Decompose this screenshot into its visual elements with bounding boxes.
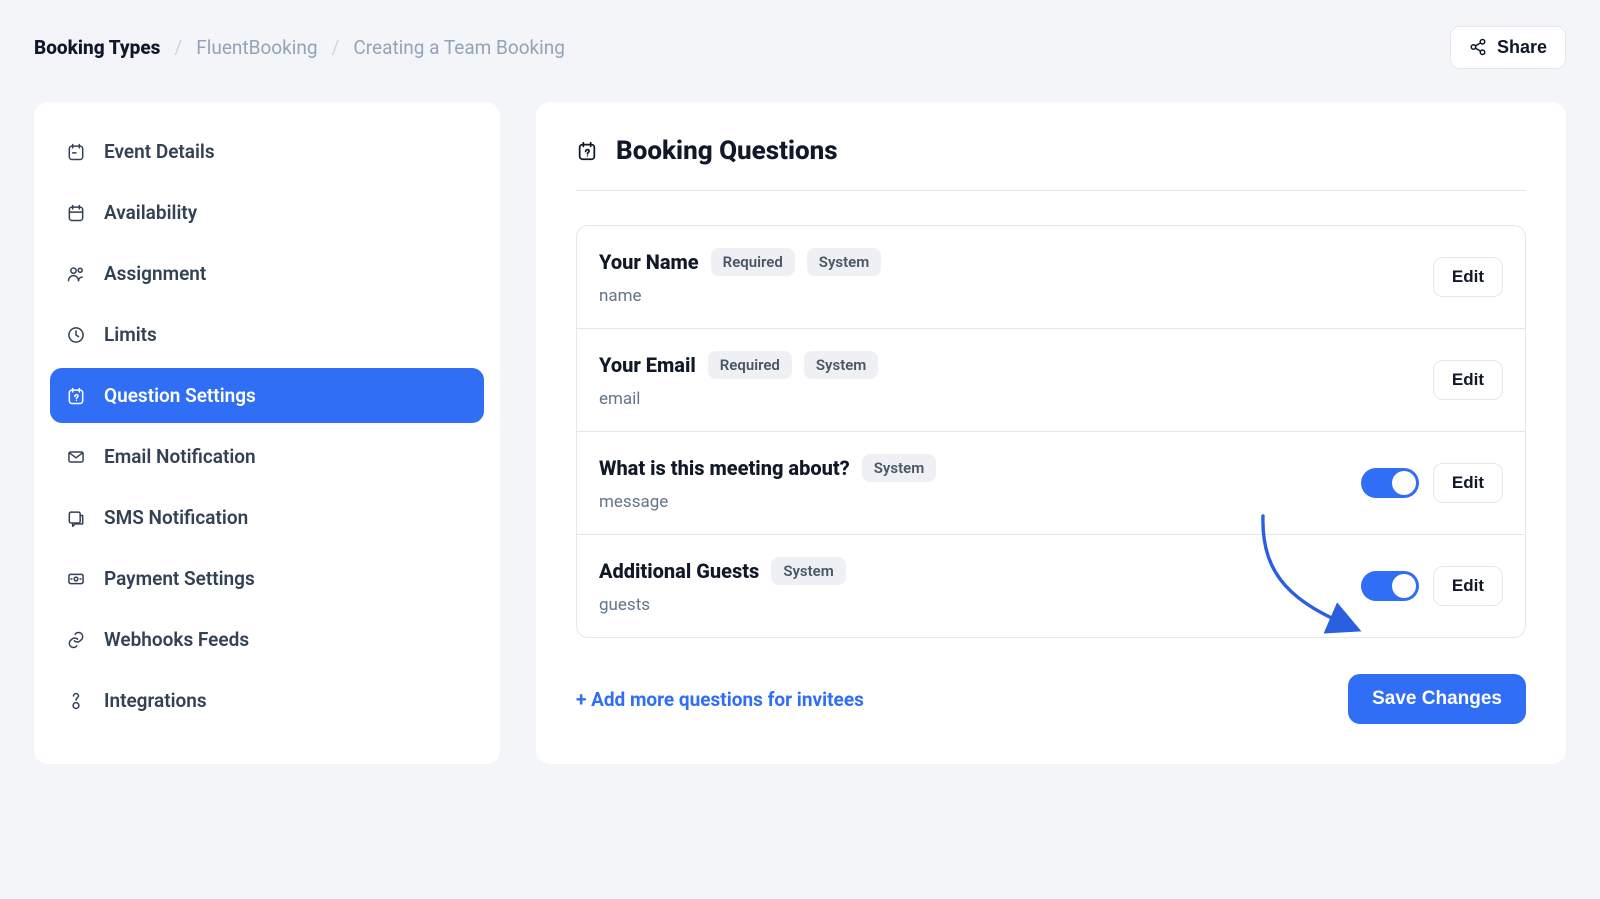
share-button[interactable]: Share: [1450, 26, 1566, 69]
system-chip: System: [862, 454, 936, 482]
question-field-key: guests: [599, 595, 846, 615]
sidebar-item-label: Email Notification: [104, 445, 256, 468]
calendar-icon: [66, 203, 86, 223]
question-row: Your Email Required System email Edit: [577, 329, 1525, 432]
sidebar-item-label: Payment Settings: [104, 567, 255, 590]
sidebar-item-limits[interactable]: Limits: [50, 307, 484, 362]
sidebar-item-integrations[interactable]: Integrations: [50, 673, 484, 728]
breadcrumb-group[interactable]: FluentBooking: [196, 36, 317, 59]
system-chip: System: [804, 351, 878, 379]
event-details-icon: [66, 142, 86, 162]
question-title: Additional Guests: [599, 559, 759, 583]
share-button-label: Share: [1497, 37, 1547, 58]
share-icon: [1469, 38, 1487, 56]
booking-questions-icon: [576, 140, 598, 162]
mail-icon: [66, 447, 86, 467]
save-changes-button[interactable]: Save Changes: [1348, 674, 1526, 724]
breadcrumb-root[interactable]: Booking Types: [34, 36, 160, 59]
sidebar-item-label: Integrations: [104, 689, 207, 712]
required-chip: Required: [708, 351, 792, 379]
edit-button[interactable]: Edit: [1433, 360, 1503, 400]
breadcrumb-sep: /: [332, 36, 340, 59]
question-row: Your Name Required System name Edit: [577, 226, 1525, 329]
section-title: Booking Questions: [616, 136, 838, 166]
question-title: Your Email: [599, 353, 696, 377]
question-row: What is this meeting about? System messa…: [577, 432, 1525, 535]
integrations-icon: [66, 691, 86, 711]
booking-questions-panel: Booking Questions Your Name Required Sys…: [536, 102, 1566, 764]
sidebar-item-availability[interactable]: Availability: [50, 185, 484, 240]
question-row: Additional Guests System guests: [577, 535, 1525, 637]
question-field-key: message: [599, 492, 936, 512]
questions-list: Your Name Required System name Edit Y: [576, 225, 1526, 638]
payment-icon: [66, 569, 86, 589]
question-enabled-toggle[interactable]: [1361, 571, 1419, 601]
system-chip: System: [807, 248, 881, 276]
sidebar-item-event-details[interactable]: Event Details: [50, 124, 484, 179]
sidebar-item-sms-notification[interactable]: SMS Notification: [50, 490, 484, 545]
question-title: What is this meeting about?: [599, 456, 850, 480]
edit-button[interactable]: Edit: [1433, 257, 1503, 297]
breadcrumb: Booking Types / FluentBooking / Creating…: [34, 36, 565, 59]
sidebar-item-payment-settings[interactable]: Payment Settings: [50, 551, 484, 606]
clock-icon: [66, 325, 86, 345]
question-enabled-toggle[interactable]: [1361, 468, 1419, 498]
sidebar-item-question-settings[interactable]: Question Settings: [50, 368, 484, 423]
sidebar-item-assignment[interactable]: Assignment: [50, 246, 484, 301]
question-field-key: email: [599, 389, 878, 409]
required-chip: Required: [711, 248, 795, 276]
edit-button[interactable]: Edit: [1433, 463, 1503, 503]
question-field-key: name: [599, 286, 881, 306]
sidebar-item-webhooks-feeds[interactable]: Webhooks Feeds: [50, 612, 484, 667]
sidebar-item-label: Question Settings: [104, 384, 256, 407]
link-icon: [66, 630, 86, 650]
breadcrumb-current: Creating a Team Booking: [353, 36, 565, 59]
sidebar-item-label: Event Details: [104, 140, 215, 163]
settings-sidebar: Event Details Availability Assignment Li…: [34, 102, 500, 764]
users-icon: [66, 264, 86, 284]
system-chip: System: [771, 557, 845, 585]
sms-icon: [66, 508, 86, 528]
question-settings-icon: [66, 386, 86, 406]
sidebar-item-label: SMS Notification: [104, 506, 248, 529]
sidebar-item-label: Webhooks Feeds: [104, 628, 249, 651]
sidebar-item-label: Limits: [104, 323, 157, 346]
breadcrumb-sep: /: [174, 36, 182, 59]
question-title: Your Name: [599, 250, 699, 274]
sidebar-item-label: Availability: [104, 201, 197, 224]
add-more-questions-link[interactable]: + Add more questions for invitees: [576, 688, 864, 711]
edit-button[interactable]: Edit: [1433, 566, 1503, 606]
sidebar-item-label: Assignment: [104, 262, 206, 285]
sidebar-item-email-notification[interactable]: Email Notification: [50, 429, 484, 484]
